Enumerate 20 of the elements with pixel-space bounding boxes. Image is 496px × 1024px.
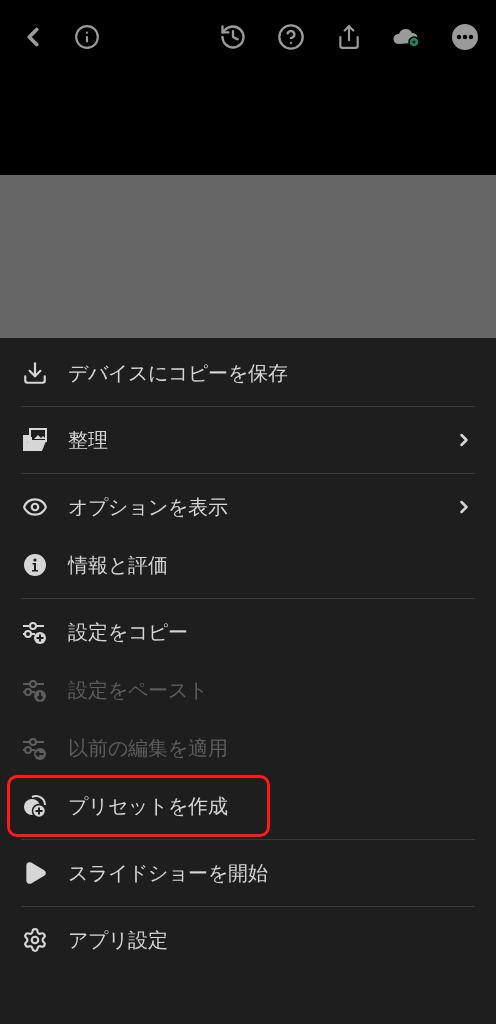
gear-icon bbox=[22, 927, 48, 953]
menu-item[interactable]: アプリ設定 bbox=[0, 911, 496, 969]
sliders-icon bbox=[22, 619, 48, 645]
download-icon bbox=[22, 360, 48, 386]
history-button[interactable] bbox=[218, 22, 248, 52]
sliders-icon bbox=[22, 735, 48, 761]
preset-icon bbox=[22, 793, 48, 819]
menu-item[interactable]: オプションを表示 bbox=[0, 478, 496, 536]
history-icon bbox=[219, 23, 247, 51]
info-icon bbox=[22, 552, 48, 578]
share-icon bbox=[336, 24, 362, 50]
help-button[interactable] bbox=[276, 22, 306, 52]
info-button[interactable] bbox=[72, 22, 102, 52]
help-icon bbox=[277, 23, 305, 51]
folder-icon bbox=[22, 427, 48, 453]
sliders-icon bbox=[22, 677, 48, 703]
menu-item[interactable]: 設定をコピー bbox=[0, 603, 496, 661]
more-button[interactable] bbox=[450, 22, 480, 52]
info-icon bbox=[74, 24, 100, 50]
more-icon bbox=[451, 23, 479, 51]
